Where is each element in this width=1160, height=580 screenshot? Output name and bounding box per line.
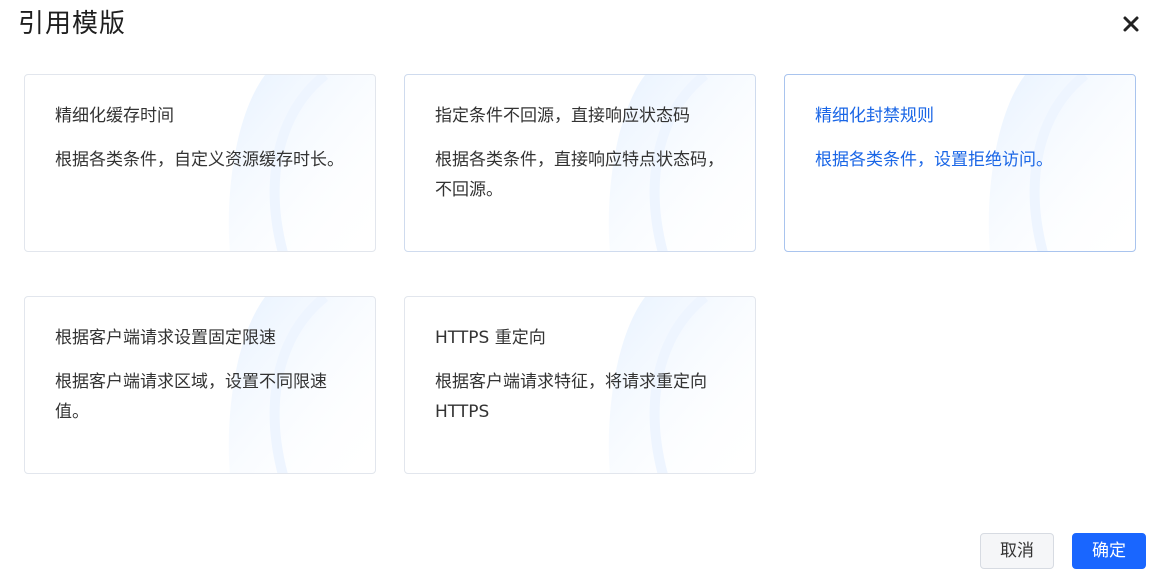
- close-button[interactable]: [1119, 12, 1143, 36]
- confirm-button[interactable]: 确定: [1072, 533, 1146, 569]
- card-title: 精细化封禁规则: [815, 106, 934, 126]
- card-title: 指定条件不回源，直接响应状态码: [435, 106, 690, 126]
- card-title: 精细化缓存时间: [55, 106, 174, 126]
- template-dialog: 引用模版 精细化缓存时间 根据各类条件，自定义资源缓存时长。 指定条件不回源，直…: [0, 0, 1160, 580]
- template-card-https-redirect[interactable]: HTTPS 重定向 根据客户端请求特征，将请求重定向 HTTPS: [404, 296, 756, 474]
- card-description: 根据各类条件，直接响应特点状态码，不回源。: [435, 150, 724, 200]
- template-card-no-origin-status-code[interactable]: 指定条件不回源，直接响应状态码 根据各类条件，直接响应特点状态码，不回源。: [404, 74, 756, 252]
- card-description: 根据客户端请求区域，设置不同限速值。: [55, 372, 327, 422]
- template-card-fixed-rate-limit[interactable]: 根据客户端请求设置固定限速 根据客户端请求区域，设置不同限速值。: [24, 296, 376, 474]
- card-description: 根据各类条件，自定义资源缓存时长。: [55, 150, 344, 170]
- card-description: 根据客户端请求特征，将请求重定向 HTTPS: [435, 372, 707, 422]
- card-description: 根据各类条件，设置拒绝访问。: [815, 150, 1053, 170]
- close-icon: [1123, 16, 1139, 32]
- card-title: HTTPS 重定向: [435, 328, 546, 348]
- card-title: 根据客户端请求设置固定限速: [55, 328, 276, 348]
- cancel-button[interactable]: 取消: [980, 533, 1054, 569]
- template-card-cache-time[interactable]: 精细化缓存时间 根据各类条件，自定义资源缓存时长。: [24, 74, 376, 252]
- template-card-block-rules[interactable]: 精细化封禁规则 根据各类条件，设置拒绝访问。: [784, 74, 1136, 252]
- dialog-title: 引用模版: [18, 9, 127, 39]
